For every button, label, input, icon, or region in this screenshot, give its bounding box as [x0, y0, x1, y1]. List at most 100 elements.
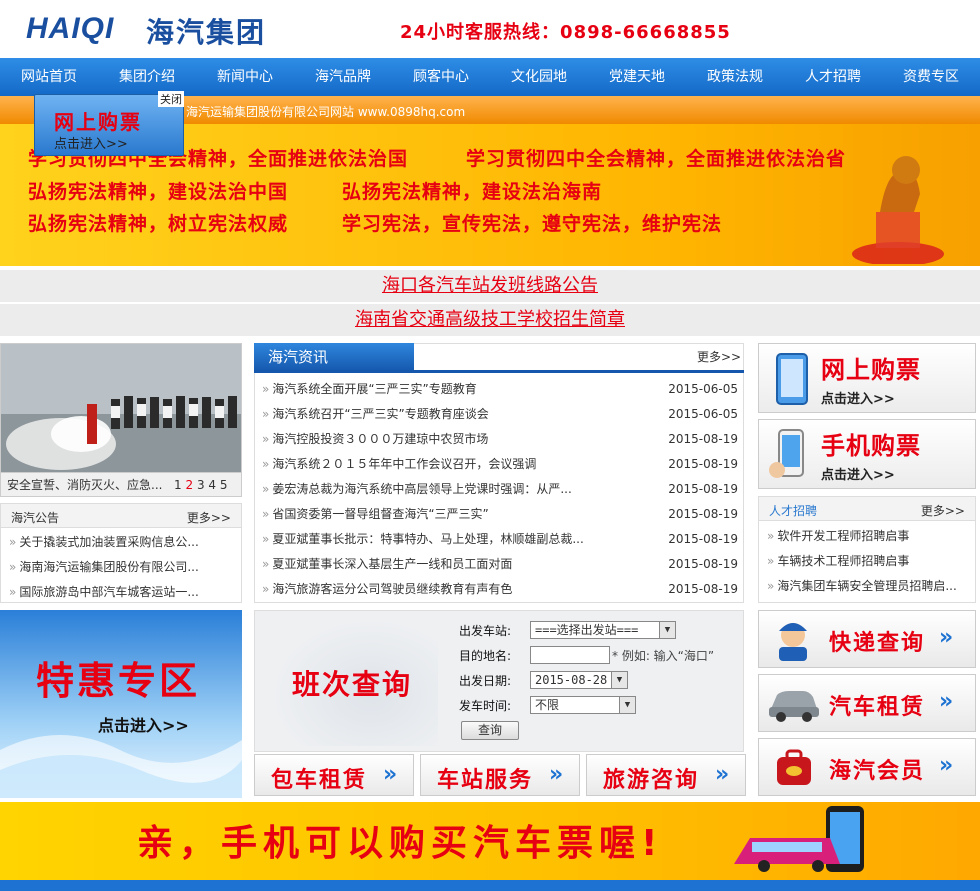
- slogan-line-1b: 学习贯彻四中全会精神，全面推进依法治省: [466, 148, 847, 170]
- promo-online-sub[interactable]: 点击进入>>: [821, 388, 895, 407]
- chevron-down-icon: ▼: [619, 697, 635, 713]
- promo-online-ticket[interactable]: 网上购票 点击进入>>: [758, 343, 976, 413]
- link-strip-schedule: 海口各汽车站发班线路公告: [0, 270, 980, 302]
- notice-item[interactable]: 海南海汽运输集团股份有限公司...: [1, 555, 241, 580]
- news-title[interactable]: 海汽控股投资３０００万建琼中农贸市场: [262, 427, 488, 452]
- monument-ornament-icon: [852, 156, 944, 264]
- news-date: 2015-08-19: [668, 557, 738, 571]
- vip-bag-icon: [777, 749, 811, 785]
- chevron-right-icon: »: [939, 689, 954, 714]
- depart-date-select[interactable]: 2015-08-28 ▼: [530, 671, 628, 689]
- member-label[interactable]: 海汽会员: [829, 753, 925, 785]
- hotline-text: 24小时客服热线：0898-66668855: [400, 22, 731, 43]
- car-rental-button[interactable]: 汽车租赁 »: [758, 674, 976, 732]
- notice-item[interactable]: 关于撬装式加油装置采购信息公...: [1, 530, 241, 555]
- hiring-panel: 人才招聘 更多>> 软件开发工程师招聘启事 车辆技术工程师招聘启事 海汽集团车辆…: [758, 496, 976, 603]
- news-date: 2015-08-19: [668, 532, 738, 546]
- news-item[interactable]: 海汽旅游客运分公司驾驶员继续教育有声有色 2015-08-19: [262, 577, 738, 602]
- news-item[interactable]: 海汽系统召开“三严三实”专题教育座谈会 2015-06-05: [262, 402, 738, 427]
- link-school-admissions[interactable]: 海南省交通高级技工学校招生简章: [355, 309, 625, 330]
- news-item[interactable]: 海汽控股投资３０００万建琼中农贸市场 2015-08-19: [262, 427, 738, 452]
- pager-4[interactable]: 4: [208, 478, 216, 492]
- news-item[interactable]: 海汽系统全面开展“三严三实”专题教育 2015-06-05: [262, 377, 738, 402]
- float-ad-title[interactable]: 网上购票: [54, 106, 142, 135]
- pager-3[interactable]: 3: [197, 478, 205, 492]
- news-photo-slide[interactable]: [0, 343, 242, 473]
- fire-drill-photo: [1, 344, 241, 472]
- promo-online-title[interactable]: 网上购票: [821, 350, 921, 385]
- service-charter[interactable]: 包车租赁 »: [254, 754, 414, 796]
- nav-home[interactable]: 网站首页: [0, 58, 98, 96]
- date-label: 出发日期:: [459, 674, 512, 688]
- news-date: 2015-08-19: [668, 507, 738, 521]
- nav-careers[interactable]: 人才招聘: [784, 58, 882, 96]
- news-item[interactable]: 夏亚斌董事长深入基层生产一线和员工面对面 2015-08-19: [262, 552, 738, 577]
- logo-en[interactable]: HAIQI: [26, 12, 114, 46]
- news-title[interactable]: 海汽旅游客运分公司驾驶员继续教育有声有色: [262, 577, 512, 602]
- news-title[interactable]: 海汽系统２０１５年年中工作会议召开，会议强调: [262, 452, 536, 477]
- news-title[interactable]: 海汽系统全面开展“三严三实”专题教育: [262, 377, 476, 402]
- service-travel-label[interactable]: 旅游咨询: [603, 762, 699, 794]
- news-title[interactable]: 省国资委第一督导组督查海汽“三严三实”: [262, 502, 488, 527]
- promo-mobile-sub[interactable]: 点击进入>>: [821, 464, 895, 483]
- news-list: 海汽系统全面开展“三严三实”专题教育 2015-06-05 海汽系统召开“三严三实…: [262, 377, 738, 602]
- slogan-line-2b: 弘扬宪法精神，建设法治海南: [342, 181, 603, 203]
- destination-input[interactable]: [530, 646, 610, 664]
- depart-station-value: ===选择出发站===: [535, 623, 639, 637]
- news-title[interactable]: 姜宏涛总裁为海汽系统中高层领导上党课时强调：从严...: [262, 477, 571, 502]
- news-title[interactable]: 海汽系统召开“三严三实”专题教育座谈会: [262, 402, 488, 427]
- news-title[interactable]: 夏亚斌董事长深入基层生产一线和员工面对面: [262, 552, 512, 577]
- news-item[interactable]: 夏亚斌董事长批示：特事特办、马上处理，林顺雄副总裁... 2015-08-19: [262, 527, 738, 552]
- news-item[interactable]: 海汽系统２０１５年年中工作会议召开，会议强调 2015-08-19: [262, 452, 738, 477]
- pager-1[interactable]: 1: [174, 478, 182, 492]
- nav-culture[interactable]: 文化园地: [490, 58, 588, 96]
- news-date: 2015-08-19: [668, 482, 738, 496]
- car-rental-label[interactable]: 汽车租赁: [829, 689, 925, 721]
- float-close-button[interactable]: 关闭: [158, 91, 184, 107]
- link-bus-schedule[interactable]: 海口各汽车站发班线路公告: [382, 275, 598, 296]
- notice-item[interactable]: 国际旅游岛中部汽车城客运站一...: [1, 580, 241, 605]
- nav-news[interactable]: 新闻中心: [196, 58, 294, 96]
- promo-mobile-ticket[interactable]: 手机购票 点击进入>>: [758, 419, 976, 489]
- courier-icon: [779, 623, 807, 661]
- float-ad-sub[interactable]: 点击进入>>: [54, 133, 128, 152]
- query-submit-button[interactable]: 查询: [461, 721, 519, 740]
- hiring-item[interactable]: 海汽集团车辆安全管理员招聘启...: [759, 574, 975, 599]
- member-button[interactable]: 海汽会员 »: [758, 738, 976, 796]
- nav-fares[interactable]: 资费专区: [882, 58, 980, 96]
- phone-icon: [769, 429, 804, 478]
- hiring-item[interactable]: 软件开发工程师招聘启事: [759, 524, 975, 549]
- service-travel[interactable]: 旅游咨询 »: [586, 754, 746, 796]
- nav-policy[interactable]: 政策法规: [686, 58, 784, 96]
- news-item[interactable]: 姜宏涛总裁为海汽系统中高层领导上党课时强调：从严... 2015-08-19: [262, 477, 738, 502]
- service-charter-label[interactable]: 包车租赁: [271, 762, 367, 794]
- depart-station-select[interactable]: ===选择出发站=== ▼: [530, 621, 676, 639]
- hiring-more-link[interactable]: 更多>>: [921, 502, 965, 519]
- special-offer-sub[interactable]: 点击进入>>: [98, 712, 189, 736]
- news-more-link[interactable]: 更多>>: [697, 348, 741, 365]
- logo-zh[interactable]: 海汽集团: [146, 11, 266, 51]
- slogan-line-3b: 学习宪法，宣传宪法，遵守宪法，维护宪法: [342, 213, 723, 235]
- pager-2[interactable]: 2: [185, 478, 193, 492]
- hiring-item[interactable]: 车辆技术工程师招聘启事: [759, 549, 975, 574]
- news-panel-title: 海汽资讯: [254, 343, 414, 372]
- bus-phone-icon: [734, 806, 864, 872]
- news-date: 2015-08-19: [668, 432, 738, 446]
- link-strip-school: 海南省交通高级技工学校招生简章: [0, 304, 980, 336]
- mobile-ticket-slogan[interactable]: 亲，手机可以购买汽车票喔!: [137, 814, 663, 866]
- news-item[interactable]: 省国资委第一督导组督查海汽“三严三实” 2015-08-19: [262, 502, 738, 527]
- nav-customer[interactable]: 顾客中心: [392, 58, 490, 96]
- notice-more-link[interactable]: 更多>>: [187, 509, 231, 526]
- express-query-label[interactable]: 快递查询: [829, 625, 925, 657]
- depart-time-select[interactable]: 不限 ▼: [530, 696, 636, 714]
- service-station[interactable]: 车站服务 »: [420, 754, 580, 796]
- nav-brand[interactable]: 海汽品牌: [294, 58, 392, 96]
- express-query-button[interactable]: 快递查询 »: [758, 610, 976, 668]
- service-station-label[interactable]: 车站服务: [437, 762, 533, 794]
- special-offer-title[interactable]: 特惠专区: [36, 650, 200, 705]
- pager-5[interactable]: 5: [220, 478, 228, 492]
- nav-party[interactable]: 党建天地: [588, 58, 686, 96]
- main-nav: 网站首页 集团介绍 新闻中心 海汽品牌 顾客中心 文化园地 党建天地 政策法规 …: [0, 58, 980, 96]
- news-title[interactable]: 夏亚斌董事长批示：特事特办、马上处理，林顺雄副总裁...: [262, 527, 583, 552]
- promo-mobile-title[interactable]: 手机购票: [821, 426, 921, 461]
